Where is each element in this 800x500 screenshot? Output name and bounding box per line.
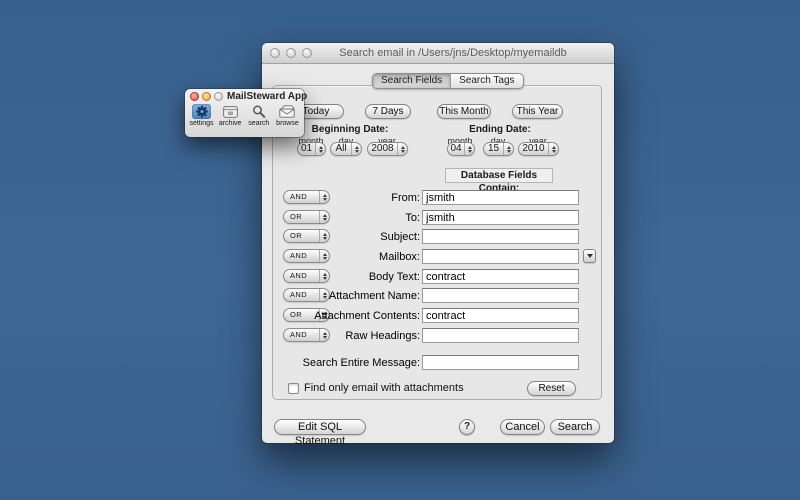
from-field[interactable] [422, 190, 579, 205]
minimize-button[interactable] [286, 48, 296, 58]
mailsteward-titlebar[interactable]: MailSteward App [185, 89, 304, 103]
reset-button[interactable]: Reset [527, 381, 576, 396]
tab-search-tags[interactable]: Search Tags [450, 74, 522, 88]
body-text-label: Body Text: [302, 270, 420, 284]
end-year-popup[interactable]: 2010 [518, 142, 559, 156]
tab-bar: Search Fields Search Tags [372, 73, 524, 89]
mailbox-label: Mailbox: [302, 250, 420, 264]
attachment-name-field[interactable] [422, 288, 579, 303]
mailsteward-toolbar: settings archive [188, 104, 301, 127]
to-field[interactable] [422, 210, 579, 225]
toolbar-item-browse[interactable]: browse [274, 104, 301, 127]
end-day-popup[interactable]: 15 [483, 142, 514, 156]
edit-sql-button[interactable]: Edit SQL Statement [274, 419, 366, 435]
search-button[interactable]: Search [550, 419, 600, 435]
help-button[interactable]: ? [459, 419, 475, 435]
attachments-only-label: Find only email with attachments [304, 382, 464, 394]
end-month-popup[interactable]: 04 [447, 142, 475, 156]
search-window-titlebar[interactable]: Search email in /Users/jns/Desktop/myema… [262, 43, 614, 64]
magnifier-icon [249, 104, 268, 119]
this-month-button[interactable]: This Month [437, 104, 491, 119]
toolbar-item-archive[interactable]: archive [217, 104, 244, 127]
entire-message-field[interactable] [422, 355, 579, 370]
close-button[interactable] [270, 48, 280, 58]
attachment-contents-field[interactable] [422, 308, 579, 323]
stepper-arrows-icon [503, 143, 513, 155]
stepper-arrows-icon [315, 143, 325, 155]
mailsteward-app-window: MailSteward App set [185, 89, 304, 137]
window-title: Search email in /Users/jns/Desktop/myema… [302, 43, 604, 64]
mailbox-field[interactable] [422, 249, 579, 264]
begin-day-popup[interactable]: All [330, 142, 362, 156]
attachments-only-checkbox[interactable] [288, 383, 299, 394]
tab-search-fields[interactable]: Search Fields [373, 74, 450, 88]
close-button[interactable] [190, 92, 199, 101]
desktop: Search email in /Users/jns/Desktop/myema… [0, 0, 800, 500]
raw-headings-field[interactable] [422, 328, 579, 343]
mini-window-title: MailSteward App [227, 91, 307, 102]
to-label: To: [302, 211, 420, 225]
beginning-date-label: Beginning Date: [300, 124, 400, 135]
seven-days-button[interactable]: 7 Days [365, 104, 411, 119]
stepper-arrows-icon [464, 143, 474, 155]
mailbox-dropdown-button[interactable] [583, 249, 596, 263]
archive-icon [221, 104, 240, 119]
zoom-button[interactable] [214, 92, 223, 101]
ending-date-label: Ending Date: [450, 124, 550, 135]
database-fields-header: Database Fields Contain: [445, 168, 553, 183]
chevron-down-icon [587, 254, 593, 258]
gear-icon [192, 104, 211, 119]
stepper-arrows-icon [351, 143, 361, 155]
toolbar-item-search[interactable]: search [245, 104, 272, 127]
this-year-button[interactable]: This Year [512, 104, 563, 119]
stepper-arrows-icon [397, 143, 407, 155]
stepper-arrows-icon [548, 143, 558, 155]
subject-field[interactable] [422, 229, 579, 244]
minimize-button[interactable] [202, 92, 211, 101]
from-label: From: [302, 191, 420, 205]
begin-month-popup[interactable]: 01 [297, 142, 326, 156]
entire-message-label: Search Entire Message: [302, 356, 420, 370]
search-email-window: Search email in /Users/jns/Desktop/myema… [262, 43, 614, 443]
cancel-button[interactable]: Cancel [500, 419, 545, 435]
envelope-icon [278, 104, 297, 119]
begin-year-popup[interactable]: 2008 [367, 142, 408, 156]
attachment-contents-label: Attachment Contents: [302, 309, 420, 323]
subject-label: Subject: [302, 230, 420, 244]
attachment-name-label: Attachment Name: [302, 289, 420, 303]
raw-headings-label: Raw Headings: [302, 329, 420, 343]
body-text-field[interactable] [422, 269, 579, 284]
toolbar-item-settings[interactable]: settings [188, 104, 215, 127]
